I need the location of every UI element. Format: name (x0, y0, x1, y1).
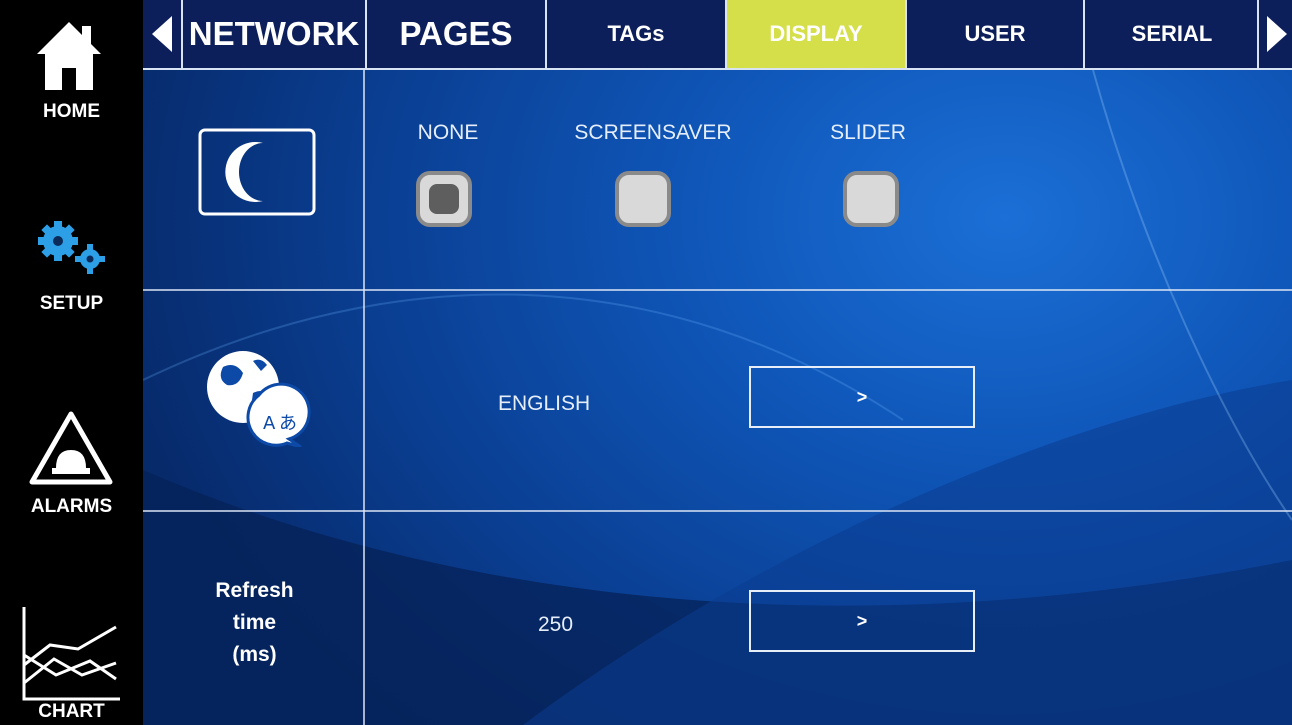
sidebar-label-alarms: ALARMS (30, 496, 113, 517)
arrow-left-icon (152, 16, 172, 52)
language-value: ENGLISH (498, 392, 591, 415)
tab-network[interactable]: NETWORK (181, 0, 365, 68)
sidebar-item-home[interactable]: HOME (0, 0, 143, 160)
tab-scroll-right-button[interactable] (1257, 0, 1292, 68)
language-select-button[interactable]: > (749, 366, 975, 428)
tab-bar: NETWORK PAGES TAGs DISPLAY USER SERIAL (143, 0, 1292, 70)
alarm-icon (29, 411, 113, 485)
refresh-time-label: Refresh time (ms) (143, 575, 366, 671)
tab-serial[interactable]: SERIAL (1083, 0, 1259, 68)
tab-display-label: DISPLAY (769, 21, 863, 46)
refresh-time-value: 250 (538, 613, 574, 636)
main-panel: NETWORK PAGES TAGs DISPLAY USER SERIAL N… (143, 0, 1292, 725)
tab-network-label: NETWORK (188, 15, 360, 52)
radio-screensaver[interactable] (615, 171, 671, 227)
gears-icon (38, 221, 105, 274)
sidebar-label-home: HOME (43, 101, 100, 122)
tab-display[interactable]: DISPLAY (725, 0, 905, 68)
grid-divider-row1 (143, 289, 1292, 291)
tab-user[interactable]: USER (905, 0, 1083, 68)
arrow-right-icon (1266, 16, 1287, 52)
svg-text:A: A (263, 413, 276, 434)
radio-slider[interactable] (843, 171, 899, 227)
radio-none[interactable] (416, 171, 472, 227)
refresh-time-edit-button[interactable]: > (749, 590, 975, 652)
svg-text:あ: あ (279, 413, 297, 434)
refresh-label-line2: time (232, 611, 277, 634)
refresh-button-label: > (856, 610, 868, 631)
tab-tags[interactable]: TAGs (545, 0, 725, 68)
sidebar-nav: HOME SETUP ALARMS CHART (0, 0, 143, 725)
sidebar-label-chart: CHART (38, 701, 105, 722)
refresh-label-line3: (ms) (232, 643, 277, 666)
sidebar-item-alarms[interactable]: ALARMS (0, 400, 143, 520)
sidebar-label-setup: SETUP (39, 293, 104, 314)
tab-tags-label: TAGs (607, 21, 665, 46)
chart-icon (22, 607, 120, 701)
language-globe-icon: A あ (207, 351, 311, 447)
refresh-label-line1: Refresh (215, 579, 294, 602)
tab-pages-label: PAGES (399, 15, 513, 52)
sidebar-item-chart[interactable]: CHART (0, 600, 143, 725)
option-none-label: NONE (417, 121, 479, 144)
option-slider-label: SLIDER (830, 121, 906, 144)
tab-scroll-left-button[interactable] (143, 0, 181, 68)
language-button-label: > (856, 386, 868, 407)
home-icon (37, 22, 101, 90)
moon-icon (198, 128, 316, 216)
tab-pages[interactable]: PAGES (365, 0, 545, 68)
grid-divider-row2 (143, 510, 1292, 512)
tab-user-label: USER (964, 21, 1026, 46)
sidebar-item-setup[interactable]: SETUP (0, 200, 143, 330)
radio-selected-dot (429, 184, 459, 214)
tab-serial-label: SERIAL (1131, 21, 1213, 46)
option-screensaver-label: SCREENSAVER (574, 121, 732, 144)
